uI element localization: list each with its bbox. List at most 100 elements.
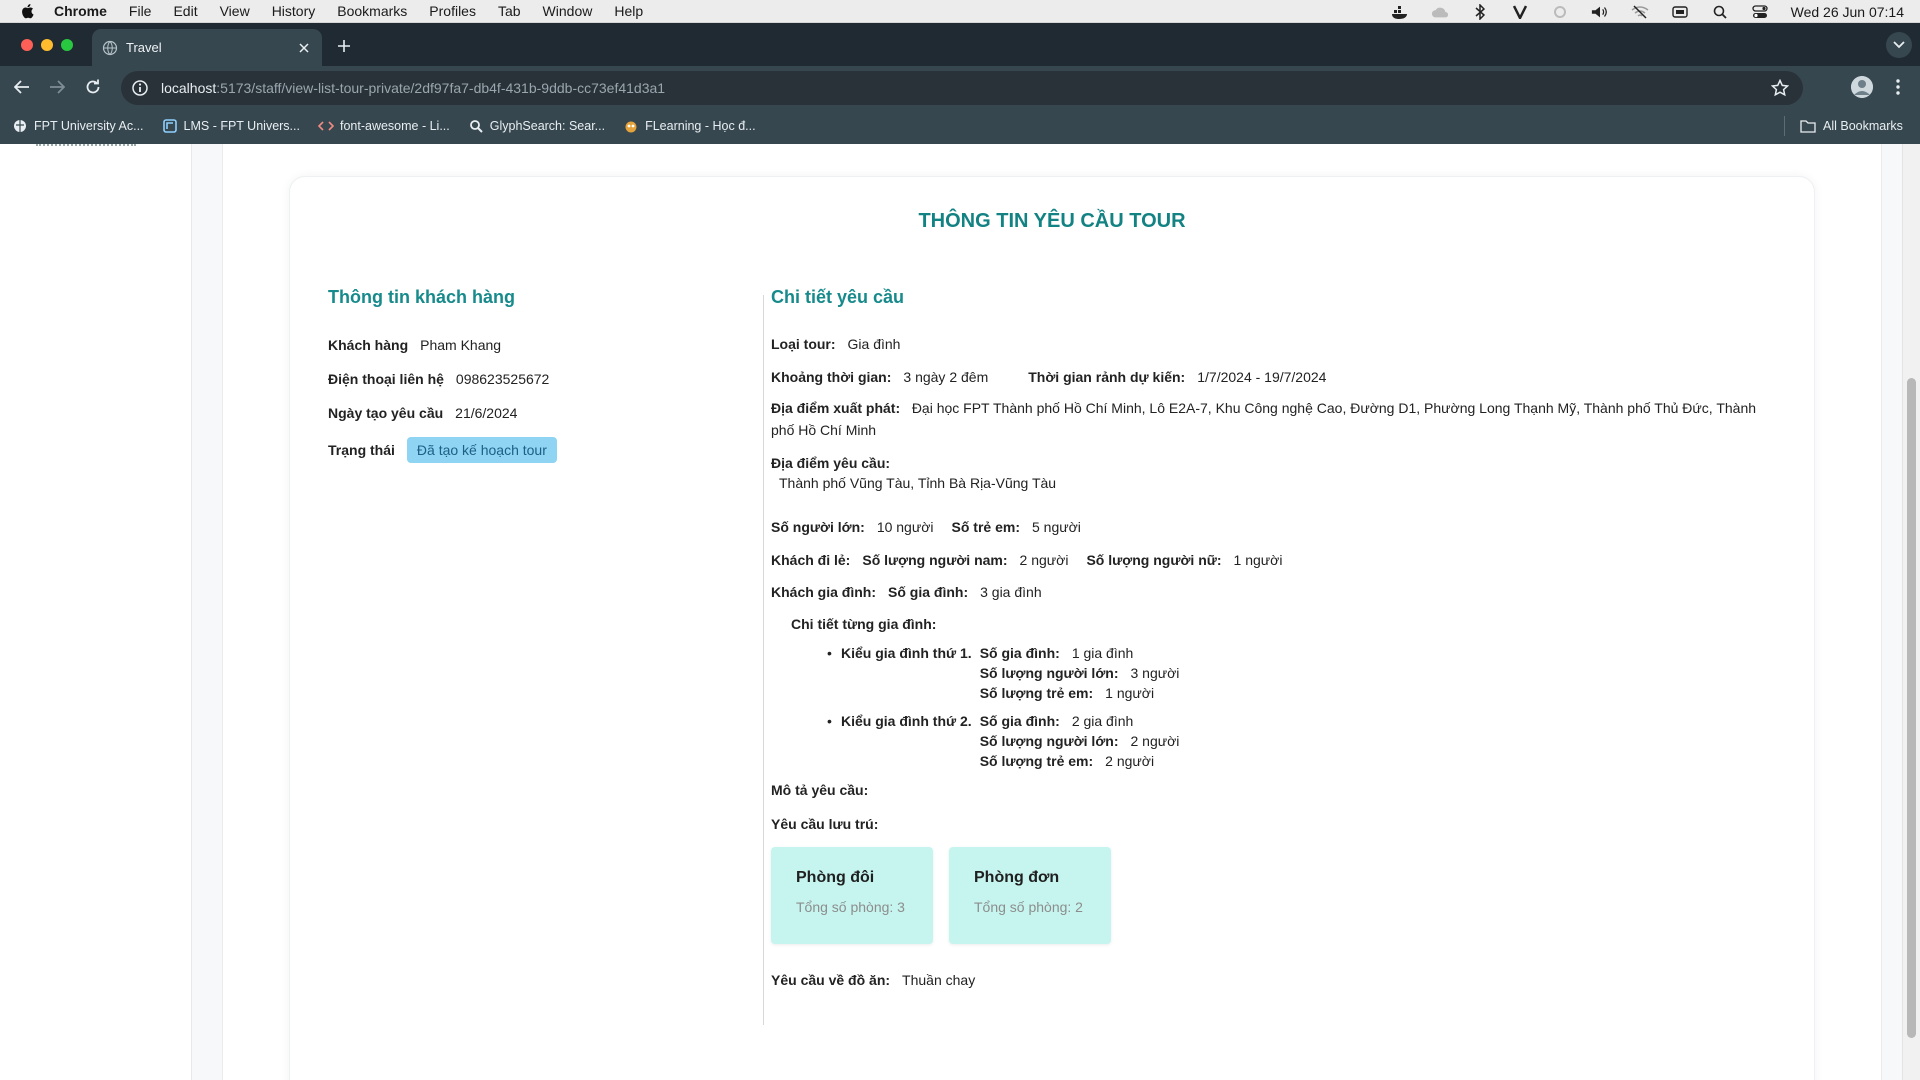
globe-icon xyxy=(102,40,118,56)
destination-block: Địa điểm yêu cầu: Thành phố Vũng Tàu, Tỉ… xyxy=(771,453,1781,493)
menubar-clock[interactable]: Wed 26 Jun 07:14 xyxy=(1791,4,1904,20)
duration-row: Khoảng thời gian: 3 ngày 2 đêm Thời gian… xyxy=(771,367,1781,387)
room-list: Phòng đôi Tổng số phòng: 3 Phòng đơn Tổn… xyxy=(771,847,1781,944)
bookmark-font-awesome[interactable]: font-awesome - Li... xyxy=(317,118,450,134)
back-arrow-icon[interactable] xyxy=(11,76,33,98)
window-zoom-button[interactable] xyxy=(61,39,73,51)
new-tab-button[interactable] xyxy=(334,36,354,56)
menu-help[interactable]: Help xyxy=(614,3,643,19)
reload-icon[interactable] xyxy=(82,76,104,98)
scrollbar-thumb[interactable] xyxy=(1907,378,1916,1038)
profile-avatar[interactable] xyxy=(1851,76,1873,98)
food-label: Yêu cầu về đồ ăn: xyxy=(771,972,891,988)
wifi-off-icon[interactable] xyxy=(1631,4,1649,20)
family-adults-value: 2 người xyxy=(1130,733,1180,749)
v-icon[interactable] xyxy=(1511,4,1529,20)
family-list-item: • Kiểu gia đình thứ 2. Số gia đình: 2 gia… xyxy=(827,711,1781,771)
browser-tab[interactable]: Travel xyxy=(92,29,322,66)
more-menu-icon[interactable] xyxy=(1893,77,1903,97)
tab-search-chevron-icon[interactable] xyxy=(1886,32,1912,58)
customer-name-label: Khách hàng xyxy=(328,337,409,353)
room-card-double: Phòng đôi Tổng số phòng: 3 xyxy=(771,847,933,944)
control-center-icon[interactable] xyxy=(1751,4,1769,20)
menu-app-name[interactable]: Chrome xyxy=(54,3,107,19)
menu-window[interactable]: Window xyxy=(543,3,593,19)
magnifier-logo-icon xyxy=(468,118,484,134)
customer-section-title: Thông tin khách hàng xyxy=(328,287,515,307)
bookmark-star-icon[interactable] xyxy=(1771,79,1789,97)
bookmark-label: FLearning - Học đ... xyxy=(645,119,756,133)
solo-guest-label: Khách đi lẻ: xyxy=(771,552,851,568)
window-close-button[interactable] xyxy=(21,39,33,51)
family-detail-label: Chi tiết từng gia đình: xyxy=(791,616,937,632)
customer-phone-row: Điện thoại liên hệ 098623525672 xyxy=(328,369,748,389)
menu-bookmarks[interactable]: Bookmarks xyxy=(337,3,407,19)
menu-tab[interactable]: Tab xyxy=(498,3,521,19)
url-text[interactable]: localhost:5173/staff/view-list-tour-priv… xyxy=(161,80,665,96)
owl-logo-icon xyxy=(623,118,639,134)
status-row: Trạng thái Đã tạo kế hoạch tour xyxy=(328,436,748,464)
bookmark-glyphsearch[interactable]: GlyphSearch: Sear... xyxy=(468,118,605,134)
window-minimize-button[interactable] xyxy=(41,39,53,51)
all-bookmarks-button[interactable]: All Bookmarks xyxy=(1800,108,1903,144)
address-bar[interactable]: localhost:5173/staff/view-list-tour-priv… xyxy=(121,71,1803,105)
bluetooth-icon[interactable] xyxy=(1471,3,1489,20)
menu-history[interactable]: History xyxy=(272,3,316,19)
family-children-value: 1 người xyxy=(1105,685,1155,701)
menu-file[interactable]: File xyxy=(129,3,152,19)
departure-row: Địa điểm xuất phát: Đại học FPT Thành ph… xyxy=(771,397,1781,441)
family-count-label: Số gia đình: xyxy=(979,713,1060,729)
column-divider xyxy=(763,295,764,1025)
sidebar-cut-off-item xyxy=(36,144,136,146)
customer-info-section: Thông tin khách hàng Khách hàng Pham Kha… xyxy=(328,287,748,464)
bookmark-fpt-university[interactable]: FPT University Ac... xyxy=(12,118,144,134)
family-children-label: Số lượng trẻ em: xyxy=(979,685,1094,701)
docker-icon[interactable] xyxy=(1391,4,1409,20)
status-dot-icon[interactable] xyxy=(1551,4,1569,20)
customer-phone-value: 098623525672 xyxy=(455,371,550,387)
menu-profiles[interactable]: Profiles xyxy=(429,3,476,19)
vertical-scrollbar[interactable] xyxy=(1902,144,1920,1080)
description-label: Mô tả yêu cầu: xyxy=(771,782,869,798)
keyboard-icon[interactable] xyxy=(1671,4,1689,20)
duration-label: Khoảng thời gian: xyxy=(771,369,892,385)
family-type-label: Kiểu gia đình thứ 1. xyxy=(841,645,972,661)
lms-logo-icon xyxy=(162,118,178,134)
family-type-values: Số gia đình: 2 gia đình Số lượng người lớ… xyxy=(980,711,1180,771)
food-value: Thuần chay xyxy=(902,972,976,988)
macos-menu-bar: Chrome File Edit View History Bookmarks … xyxy=(0,0,1920,23)
globe-icon xyxy=(12,118,28,134)
close-tab-icon[interactable] xyxy=(296,40,312,56)
departure-value: Đại học FPT Thành phố Hồ Chí Minh, Lô E2… xyxy=(771,400,1757,438)
folder-icon xyxy=(1800,119,1816,133)
headcount-row: Số người lớn: 10 người Số trẻ em: 5 ngườ… xyxy=(771,517,1781,537)
male-count-label: Số lượng người nam: xyxy=(862,552,1008,568)
volume-icon[interactable] xyxy=(1591,4,1609,20)
cloud-icon[interactable] xyxy=(1431,4,1449,20)
search-icon[interactable] xyxy=(1711,4,1729,20)
site-info-icon[interactable] xyxy=(131,79,149,97)
room-name: Phòng đôi xyxy=(796,869,875,886)
bookmark-flearning[interactable]: FLearning - Học đ... xyxy=(623,118,756,134)
bookmark-label: FPT University Ac... xyxy=(34,119,144,133)
bookmark-label: font-awesome - Li... xyxy=(339,119,450,133)
apple-menu-icon[interactable] xyxy=(20,3,40,19)
all-bookmarks-label: All Bookmarks xyxy=(1823,119,1903,133)
departure-label: Địa điểm xuất phát: xyxy=(771,400,901,416)
menu-edit[interactable]: Edit xyxy=(173,3,197,19)
adults-label: Số người lớn: xyxy=(771,519,865,535)
sidebar xyxy=(0,144,192,1080)
bookmark-label: LMS - FPT Univers... xyxy=(183,119,300,133)
request-details-section: Chi tiết yêu cầu Loại tour: Gia đình Kho… xyxy=(771,287,1781,990)
bookmark-label: GlyphSearch: Sear... xyxy=(489,119,606,133)
bullet-icon: • xyxy=(827,645,832,661)
lodging-row: Yêu cầu lưu trú: xyxy=(771,814,1781,834)
url-path: :5173/staff/view-list-tour-private/2df97… xyxy=(216,80,666,96)
room-name: Phòng đơn xyxy=(974,869,1060,886)
forward-arrow-icon[interactable] xyxy=(46,76,68,98)
bookmark-lms[interactable]: LMS - FPT Univers... xyxy=(162,118,300,134)
family-adults-value: 3 người xyxy=(1130,665,1180,681)
menu-view[interactable]: View xyxy=(220,3,250,19)
code-brackets-icon xyxy=(317,118,334,134)
children-value: 5 người xyxy=(1031,519,1081,535)
